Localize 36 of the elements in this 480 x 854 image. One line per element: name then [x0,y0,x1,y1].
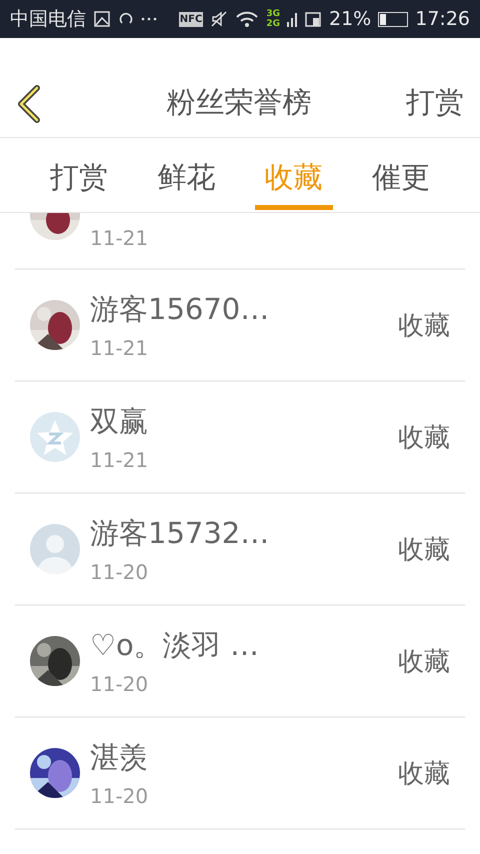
action-label: 收藏 [398,758,450,790]
date-label: 11-21 [90,336,150,360]
user-avatar-icon [30,524,80,574]
more-icon [141,16,157,22]
network-type: 3G 2G [266,9,280,29]
tip-button[interactable]: 打赏 [406,83,464,123]
date-label: 11-20 [90,672,150,696]
signal-icon [287,10,297,28]
action-label: 收藏 [398,310,450,342]
tab[interactable]: 鲜花 [147,138,226,210]
tab[interactable]: 催更 [362,138,440,210]
date-label: 11-20 [90,560,150,584]
carrier-name: 中国电信 [10,7,86,32]
action-label: 收藏 [398,646,450,678]
back-icon[interactable] [16,85,42,123]
action-label: 收藏 [398,534,450,566]
date-label: 11-21 [90,226,150,250]
image-icon [93,10,111,28]
wifi-icon [235,10,260,28]
nfc-icon: NFC [178,12,204,26]
fan-name: ♡o。淡羽 … [90,627,260,664]
date-label: 11-20 [90,784,150,808]
clock: 17:26 [415,8,470,30]
tab[interactable]: 打赏 [40,138,118,210]
action-label: 收藏 [398,422,450,454]
battery-icon [378,12,408,26]
fan-name: 游客15670… [90,291,270,328]
page-title: 粉丝荣誉榜 [166,84,312,121]
battery-percent: 21% [329,8,372,30]
fan-name: 游客15732… [90,515,270,552]
fan-name: 湛羡 [90,739,149,776]
star-avatar-icon [30,412,80,462]
mute-icon [210,10,228,28]
date-label: 11-21 [90,448,150,472]
fan-name: 双赢 [90,403,149,440]
sim-icon [304,10,322,28]
